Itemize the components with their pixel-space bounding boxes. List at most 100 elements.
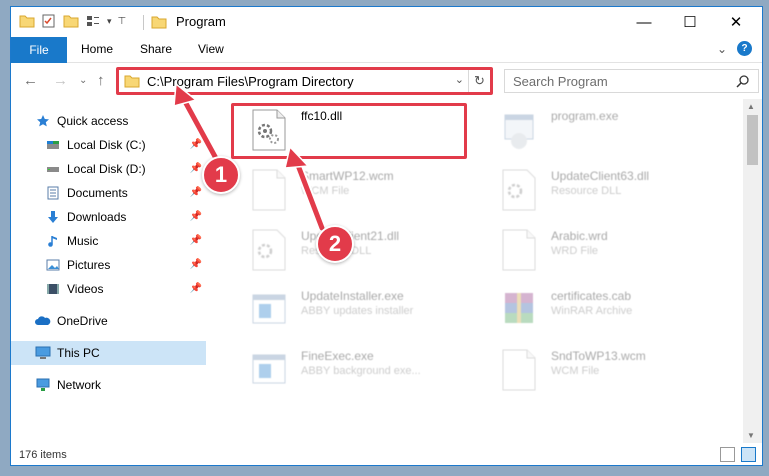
navigation-bar: ← → ⌄ ↑ C:\Program Files\Program Directo… [11,64,762,98]
drive-icon [45,161,61,177]
title-bar: ▾ ⊤ Program — ☐ ✕ [11,7,762,37]
file-item-certificates-cab[interactable]: certificates.cab WinRAR Archive [481,281,726,341]
up-button[interactable]: ↑ [97,72,105,89]
sidebar-label: Local Disk (C:) [67,138,146,152]
video-icon [45,281,61,297]
back-button[interactable]: ← [23,72,38,89]
vertical-scrollbar[interactable]: ▲ ▼ [743,99,762,443]
file-name: UpdateInstaller.exe [301,289,404,303]
file-item-arabic-wrd[interactable]: Arabic.wrd WRD File [481,221,726,281]
explorer-window: ▾ ⊤ Program — ☐ ✕ File Home Share View ⌄… [10,6,763,466]
sidebar-label: Pictures [67,258,111,272]
file-type: WCM File [551,365,600,377]
file-name: certificates.cab [551,289,632,303]
properties-icon[interactable] [41,13,57,29]
sidebar-item-music[interactable]: Music 📌 [11,229,206,253]
forward-button[interactable]: → [53,72,68,89]
file-item-updateinstaller[interactable]: UpdateInstaller.exe ABBY updates install… [231,281,476,341]
file-item-smartwp12[interactable]: SmartWP12.wcm WCM File [231,161,476,221]
pin-icon[interactable]: 📌 [190,211,202,222]
sidebar-item-onedrive[interactable]: OneDrive [11,309,206,333]
sidebar-item-videos[interactable]: Videos 📌 [11,277,206,301]
qat-chevron-down-icon[interactable]: ▾ [107,16,112,27]
network-icon [35,377,51,393]
tab-share[interactable]: Share [140,42,172,56]
window-title: Program [176,14,226,29]
file-type: WRD File [551,245,599,257]
sidebar-label: This PC [57,346,100,360]
recent-locations-button[interactable]: ⌄ [79,75,87,86]
sidebar-item-documents[interactable]: Documents 📌 [11,181,206,205]
search-placeholder[interactable]: Search Program [513,74,608,89]
tab-view[interactable]: View [198,42,224,56]
sidebar-item-downloads[interactable]: Downloads 📌 [11,205,206,229]
star-icon [35,113,51,129]
file-name: FineExec.exe [301,349,374,363]
maximize-button[interactable]: ☐ [667,7,713,37]
scroll-up-icon[interactable]: ▲ [747,102,755,111]
file-type: WinRAR Archive [551,305,633,317]
customize-qat-icon[interactable]: ⊤ [118,16,127,27]
file-type: ABBY updates installer [301,305,414,317]
file-item-sndtowp13[interactable]: SndToWP13.wcm WCM File [481,341,726,401]
search-box[interactable]: Search Program [504,69,759,93]
ribbon-collapse-icon[interactable]: ⌄ [717,42,727,56]
help-icon[interactable]: ? [737,41,752,56]
tab-file[interactable]: File [11,37,67,63]
pin-icon[interactable]: 📌 [190,259,202,270]
pin-icon[interactable]: 📌 [190,163,202,174]
computer-icon [35,345,51,361]
file-type: Resource DLL [551,185,622,197]
sidebar-label: Network [57,378,102,392]
quick-access-toolbar: ▾ ⊤ [19,13,126,29]
app-window-icon [252,354,286,384]
item-count: 176 items [19,449,67,461]
ribbon: File Home Share View ⌄ ? [11,37,762,63]
file-type: ABBY background exe... [301,365,421,377]
large-icons-view-icon[interactable] [741,447,756,462]
details-view-icon[interactable] [720,447,735,462]
view-menu-icon[interactable] [85,13,101,29]
title-separator [143,15,144,30]
pin-icon[interactable]: 📌 [190,235,202,246]
sidebar-label: Documents [67,186,128,200]
sidebar-label: Quick access [57,114,129,128]
sidebar-item-local-disk-d[interactable]: Local Disk (D:) 📌 [11,157,206,181]
status-bar: 176 items [11,443,762,465]
pin-icon[interactable]: 📌 [190,139,202,150]
sidebar-label: Downloads [67,210,127,224]
sidebar-label: OneDrive [57,314,108,328]
sidebar-item-local-disk-c[interactable]: Local Disk (C:) 📌 [11,133,206,157]
dll-gear-icon [502,169,536,211]
address-highlight-box [116,67,493,95]
sidebar-item-this-pc[interactable]: This PC [11,341,206,365]
minimize-button[interactable]: — [621,7,667,37]
scroll-down-icon[interactable]: ▼ [747,431,755,440]
file-item-updateclient63[interactable]: UpdateClient63.dll Resource DLL [481,161,726,221]
folder-icon[interactable] [19,13,35,29]
file-name: SndToWP13.wcm [551,349,646,363]
file-name: UpdateClient63.dll [551,169,650,183]
pin-icon[interactable]: 📌 [190,283,202,294]
navigation-pane: Quick access Local Disk (C:) 📌 Local Dis… [11,99,206,443]
sidebar-label: Videos [67,282,104,296]
close-button[interactable]: ✕ [713,7,759,37]
file-type: WCM File [301,185,350,197]
sidebar-label: Music [67,234,99,248]
file-item-updateclient21[interactable]: UpdateClient21.dll Resource DLL [231,221,476,281]
blank-file-icon [502,229,536,271]
sidebar-item-quick-access[interactable]: Quick access [11,109,206,133]
sidebar-item-network[interactable]: Network [11,373,206,397]
pin-icon[interactable]: 📌 [190,187,202,198]
scroll-thumb[interactable] [747,115,758,165]
file-item-program-exe[interactable]: program.exe [481,101,726,161]
drive-icon [45,137,61,153]
blank-file-icon [252,169,286,211]
tab-home[interactable]: Home [81,42,113,56]
sidebar-item-pictures[interactable]: Pictures 📌 [11,253,206,277]
step-1-marker: 1 [202,156,240,194]
file-item-fineexec[interactable]: FineExec.exe ABBY background exe... [231,341,476,401]
new-folder-icon[interactable] [63,13,79,29]
search-icon[interactable] [736,74,750,88]
exe-icon [504,114,534,149]
